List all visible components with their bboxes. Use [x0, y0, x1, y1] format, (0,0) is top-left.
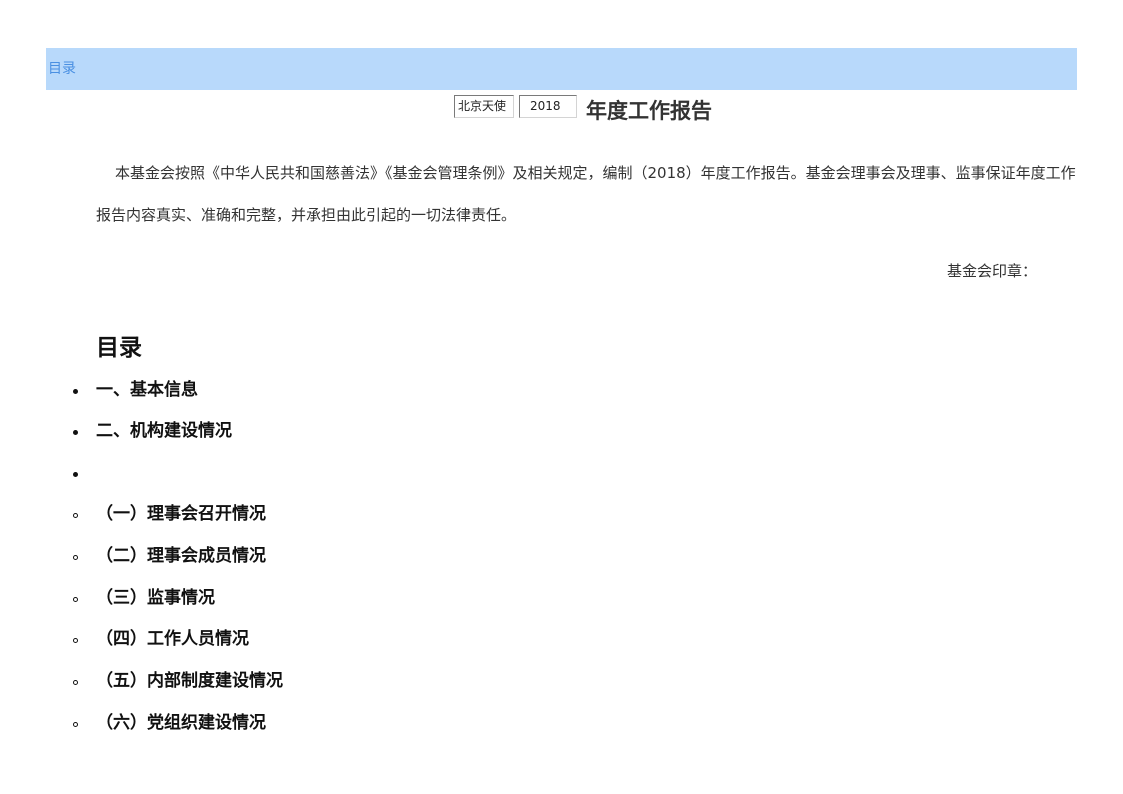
circle-bullet-icon [70, 507, 80, 521]
circle-bullet-icon [70, 632, 80, 646]
toc-link[interactable]: 二、机构建设情况 [96, 419, 232, 443]
year-field[interactable]: 2018 [519, 95, 577, 118]
circle-bullet-icon [70, 716, 80, 730]
toc-link[interactable]: （六）党组织建设情况 [96, 711, 266, 735]
disc-bullet-icon [70, 424, 80, 438]
toc-link[interactable]: （一）理事会召开情况 [96, 502, 266, 526]
report-title: 年度工作报告 [586, 99, 712, 123]
seal-label: 基金会印章： [947, 262, 1038, 280]
intro-paragraph: 本基金会按照《中华人民共和国慈善法》《基金会管理条例》及相关规定，编制（2018… [96, 164, 1076, 224]
report-title-row: 北京天使 2018 年度工作报告 [454, 95, 712, 125]
disc-bullet-icon [70, 466, 80, 480]
org-name-field[interactable]: 北京天使 [454, 95, 514, 118]
toc-heading: 目录 [96, 335, 142, 361]
toc-bar: 目录 [46, 48, 1077, 90]
toc-link[interactable]: （五）内部制度建设情况 [96, 669, 283, 693]
toc-bar-link[interactable]: 目录 [48, 61, 76, 77]
toc-link[interactable]: （二）理事会成员情况 [96, 544, 266, 568]
circle-bullet-icon [70, 674, 80, 688]
disc-bullet-icon [70, 383, 80, 397]
toc-link[interactable]: 一、基本信息 [96, 378, 198, 402]
toc-link[interactable]: （四）工作人员情况 [96, 627, 249, 651]
circle-bullet-icon [70, 591, 80, 605]
circle-bullet-icon [70, 549, 80, 563]
toc-link[interactable]: （三）监事情况 [96, 586, 215, 610]
